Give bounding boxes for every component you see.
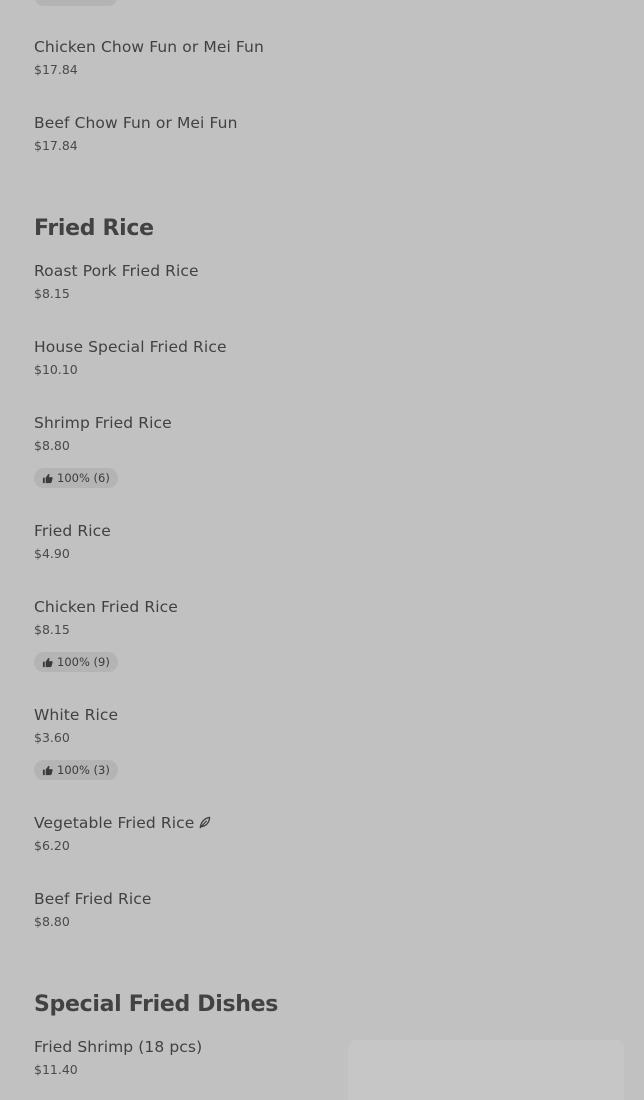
rating-badge-partial [34,0,118,6]
menu-item[interactable]: Shrimp Fried Rice $8.80 100% (6) [34,413,172,488]
menu-item[interactable]: Fried Shrimp (18 pcs) $11.40 [34,1037,202,1078]
menu-item-name: Roast Pork Fried Rice [34,262,199,280]
menu-item-name: House Special Fried Rice [34,338,227,356]
rating-badge: 100% (3) [34,760,118,780]
menu-item-price: $11.40 [34,1062,78,1077]
menu-item-name: Fried Rice [34,522,111,540]
rating-badge: 100% (9) [34,652,118,672]
menu-item-name: Chicken Chow Fun or Mei Fun [34,38,264,56]
menu-item-name: Fried Shrimp (18 pcs) [34,1038,203,1056]
menu-item-name: White Rice [34,706,119,724]
menu-item[interactable]: White Rice $3.60 100% (3) [34,705,118,780]
menu-item[interactable]: Beef Chow Fun or Mei Fun $17.84 [34,113,238,154]
menu-item-price: $8.80 [34,914,70,929]
menu-item-price: $3.60 [34,730,70,745]
section-title-special-fried-dishes: Special Fried Dishes [34,992,279,1017]
leaf-icon [200,816,211,829]
menu-item-price: $8.15 [34,286,70,301]
thumbs-up-icon [42,765,53,775]
thumbs-up-icon [42,657,53,667]
menu-item-photo[interactable] [348,1040,624,1100]
menu-item-price: $8.80 [34,438,70,453]
menu-item-price: $8.15 [34,622,70,637]
menu-item-price: $4.90 [34,546,70,561]
menu-item-name: Vegetable Fried Rice [34,814,195,832]
menu-item[interactable]: Fried Rice $4.90 [34,521,111,562]
rating-text: 100% (6) [57,471,110,485]
menu-item-name-row: Vegetable Fried Rice [34,813,211,833]
menu-item[interactable]: Beef Fried Rice $8.80 [34,889,152,930]
menu-item-price: $6.20 [34,838,70,853]
rating-text: 100% (9) [57,655,110,669]
menu-item-name: Beef Chow Fun or Mei Fun [34,114,238,132]
menu-item-name: Shrimp Fried Rice [34,414,172,432]
menu-item[interactable]: Roast Pork Fried Rice $8.15 [34,261,199,302]
menu-item-price: $10.10 [34,362,78,377]
menu-item-name: Chicken Fried Rice [34,598,178,616]
menu-item-price: $17.84 [34,62,78,77]
rating-text: 100% (3) [57,763,110,777]
rating-badge: 100% (6) [34,468,118,488]
menu-item[interactable]: Chicken Chow Fun or Mei Fun $17.84 [34,37,264,78]
thumbs-up-icon [42,473,53,483]
menu-item[interactable]: Chicken Fried Rice $8.15 100% (9) [34,597,178,672]
menu-item[interactable]: Vegetable Fried Rice $6.20 [34,813,211,854]
section-title-fried-rice: Fried Rice [34,216,154,241]
menu-item-price: $17.84 [34,138,78,153]
menu-item-name: Beef Fried Rice [34,890,152,908]
menu-item[interactable]: House Special Fried Rice $10.10 [34,337,227,378]
